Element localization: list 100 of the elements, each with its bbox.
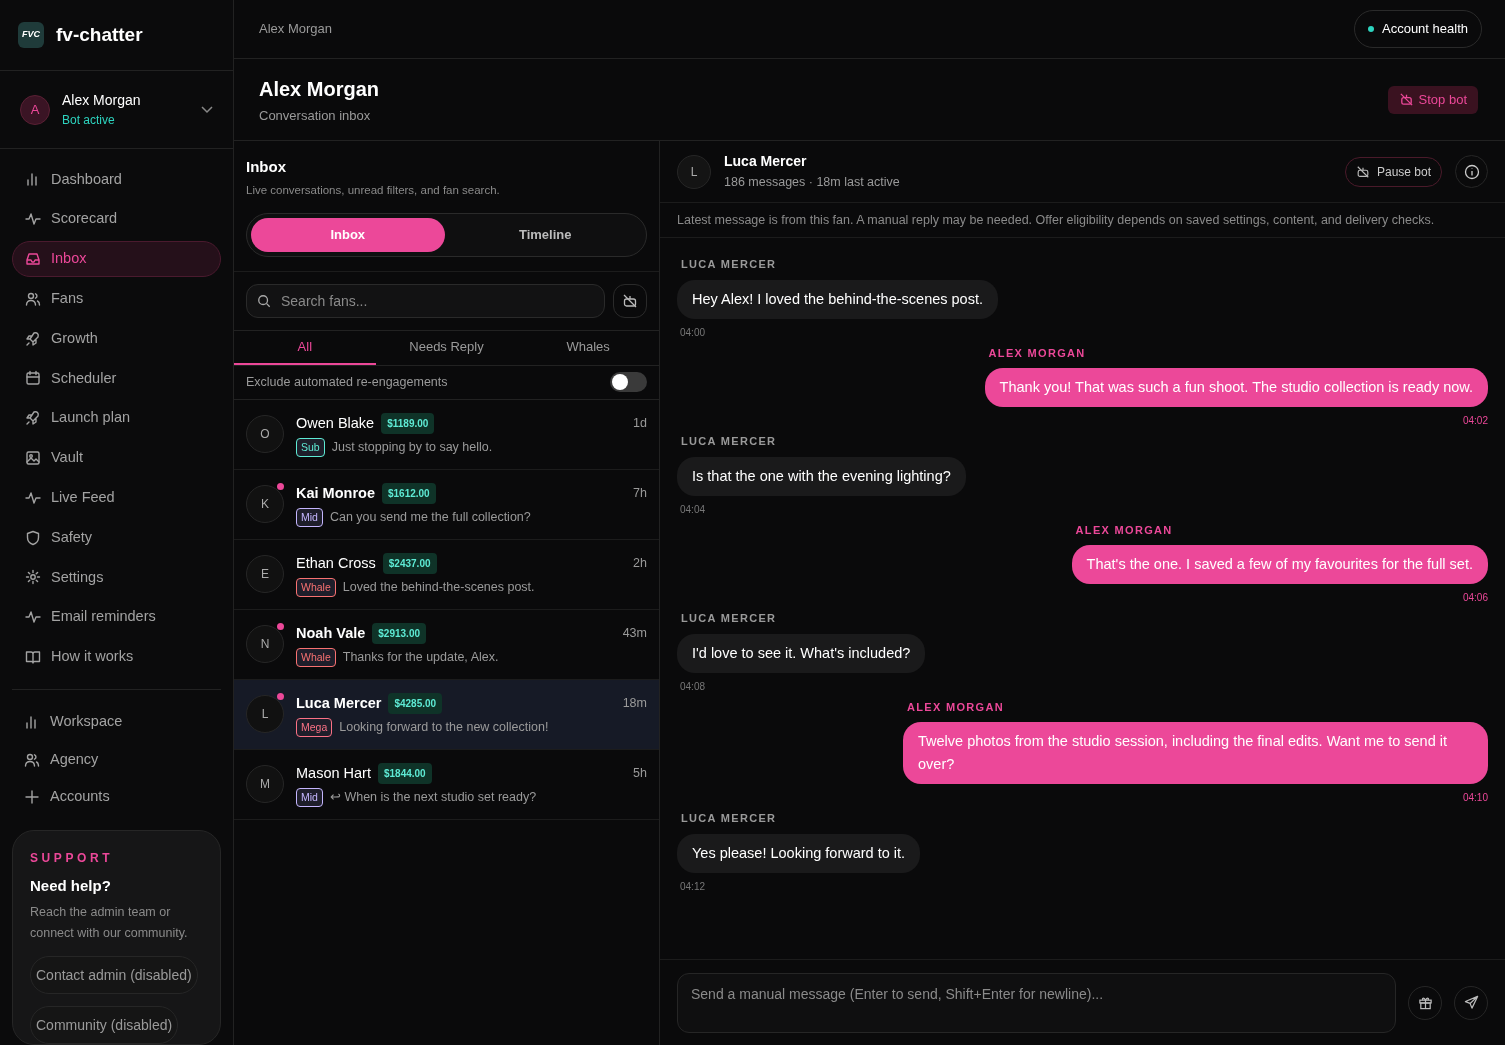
nav-item[interactable]: Scorecard — [12, 201, 221, 238]
nav-item[interactable]: Scheduler — [12, 360, 221, 397]
nav-item[interactable]: Email reminders — [12, 599, 221, 636]
tier-tag: Whale — [296, 577, 336, 598]
nav-item[interactable]: Growth — [12, 320, 221, 357]
nav-item[interactable]: Safety — [12, 519, 221, 556]
nav-item[interactable]: Agency — [12, 741, 221, 778]
rocket-icon — [25, 330, 41, 347]
toggle-label: Exclude automated re-engagements — [246, 373, 448, 391]
support-button[interactable]: Community (disabled) — [30, 1006, 179, 1044]
exclude-toggle[interactable] — [610, 372, 647, 393]
conversation-row[interactable]: M Mason Hart $1844.00 5h Mid ↩ When is the next studio set ready? — [234, 749, 659, 820]
message-bubble: That's the one. I saved a few of my favourites for the full set. — [1071, 545, 1488, 584]
time-label: 43m — [622, 625, 647, 643]
avatar: L — [677, 154, 711, 189]
message-bubble: Thank you! That was such a fun shoot. The studio collection is ready now. — [984, 368, 1488, 407]
users-icon — [25, 290, 41, 307]
inbox-icon — [25, 251, 41, 268]
image-icon — [25, 450, 41, 466]
conversation-row[interactable]: L Luca Mercer $4285.00 18m Mega Looking forward to the new collection! — [234, 679, 659, 750]
time-label: 7h — [633, 485, 647, 503]
spend-tag: $2437.00 — [382, 553, 437, 575]
breadcrumb: Alex Morgan — [259, 20, 332, 39]
message-bubble: Twelve photos from the studio session, including the final edits. Want me to send it over? — [903, 722, 1488, 784]
message-time: 04:10 — [1462, 791, 1488, 805]
time-label: 5h — [633, 765, 647, 783]
stop-bot-button[interactable]: Stop bot — [1387, 85, 1478, 114]
contact-name: Luca Mercer — [724, 152, 808, 172]
plus-icon — [24, 789, 40, 806]
calendar-icon — [25, 370, 41, 387]
info-icon — [1463, 163, 1480, 180]
filter-tab[interactable]: All — [234, 330, 376, 365]
pulse-icon — [25, 609, 41, 626]
tier-tag: Mid — [296, 507, 323, 528]
sender-label: LUCA MERCER — [681, 811, 777, 826]
tier-tag: Mega — [296, 717, 333, 738]
gift-icon — [1417, 995, 1433, 1010]
message-field[interactable]: Send a manual message (Enter to send, Shift+Enter for newline)... — [677, 972, 1396, 1033]
nav-item[interactable]: Fans — [12, 280, 221, 317]
page-subtitle: Conversation inbox — [259, 106, 372, 125]
bot-off-icon — [622, 292, 638, 309]
mode-tab[interactable]: Inbox — [251, 217, 445, 252]
avatar: K — [246, 484, 284, 523]
nav-item[interactable]: Live Feed — [12, 479, 221, 516]
inbox-subtitle: Live conversations, unread filters, and fan search. — [246, 182, 501, 198]
sender-label: LUCA MERCER — [681, 434, 777, 449]
contact-meta: 186 messages · 18m last active — [724, 174, 901, 192]
fan-name: Mason Hart — [296, 763, 371, 783]
support-title: Need help? — [30, 875, 112, 896]
conversation-row[interactable]: E Ethan Cross $2437.00 2h Whale Loved the behind-the-scenes post. — [234, 539, 659, 610]
account-health-label: Account health — [1382, 20, 1468, 39]
time-label: 2h — [633, 555, 647, 573]
conversation-row[interactable]: O Owen Blake $1189.00 1d Sub Just stopping by to say hello. — [234, 399, 659, 470]
bot-status: Bot active — [62, 112, 116, 130]
message-bubble: Is that the one with the evening lighting? — [677, 456, 966, 496]
search-icon — [257, 293, 271, 308]
sender-label: ALEX MORGAN — [988, 345, 1086, 361]
nav-item[interactable]: Vault — [12, 440, 221, 476]
search-field[interactable]: Search fans... — [246, 283, 605, 318]
mode-tab[interactable]: Timeline — [448, 217, 642, 252]
message-preview: Looking forward to the new collection! — [339, 719, 549, 736]
nav-item[interactable]: Workspace — [12, 704, 221, 741]
nav-item[interactable]: How it works — [12, 639, 221, 675]
spend-tag: $2913.00 — [372, 623, 427, 645]
spend-tag: $1844.00 — [377, 763, 432, 785]
nav-item[interactable]: Settings — [12, 559, 221, 596]
nav-item[interactable]: Inbox — [12, 241, 221, 278]
message-bubble: Yes please! Looking forward to it. — [677, 833, 921, 873]
message-preview: ↩ When is the next studio set ready? — [329, 789, 537, 806]
hide-bot-button[interactable] — [613, 283, 647, 318]
nav-item[interactable]: Accounts — [12, 779, 221, 816]
support-eyebrow: SUPPORT — [30, 849, 115, 867]
bot-off-icon — [1398, 92, 1414, 107]
book-icon — [25, 649, 41, 665]
filter-tab[interactable]: Needs Reply — [375, 330, 518, 365]
fan-name: Owen Blake — [296, 413, 375, 433]
message-bubble: Hey Alex! I loved the behind-the-scenes post. — [677, 279, 998, 319]
conversation-row[interactable]: K Kai Monroe $1612.00 7h Mid Can you send me the full collection? — [234, 469, 659, 540]
support-button[interactable]: Contact admin (disabled) — [30, 956, 198, 994]
app-name: fv-chatter — [56, 22, 143, 47]
conversation-row[interactable]: N Noah Vale $2913.00 43m Whale Thanks for the update, Alex. — [234, 609, 659, 680]
shield-icon — [25, 529, 41, 546]
tier-tag: Sub — [296, 437, 325, 458]
sender-label: LUCA MERCER — [681, 257, 777, 272]
message-time: 04:04 — [680, 502, 706, 517]
message-time: 04:02 — [1462, 414, 1488, 428]
pulse-icon — [25, 489, 41, 506]
tier-tag: Whale — [296, 647, 336, 668]
chevron-down-icon[interactable] — [201, 105, 213, 114]
spend-tag: $1189.00 — [381, 413, 435, 435]
time-label: 18m — [622, 695, 647, 713]
nav-item[interactable]: Dashboard — [12, 161, 221, 198]
filter-tab[interactable]: Whales — [517, 330, 659, 365]
message-time: 04:12 — [680, 879, 706, 894]
avatar: E — [246, 554, 284, 593]
nav-item[interactable]: Launch plan — [12, 400, 221, 437]
send-icon — [1463, 995, 1479, 1010]
spend-tag: $4285.00 — [388, 693, 443, 715]
message-time: 04:06 — [1462, 591, 1488, 605]
sender-label: ALEX MORGAN — [907, 699, 1005, 715]
